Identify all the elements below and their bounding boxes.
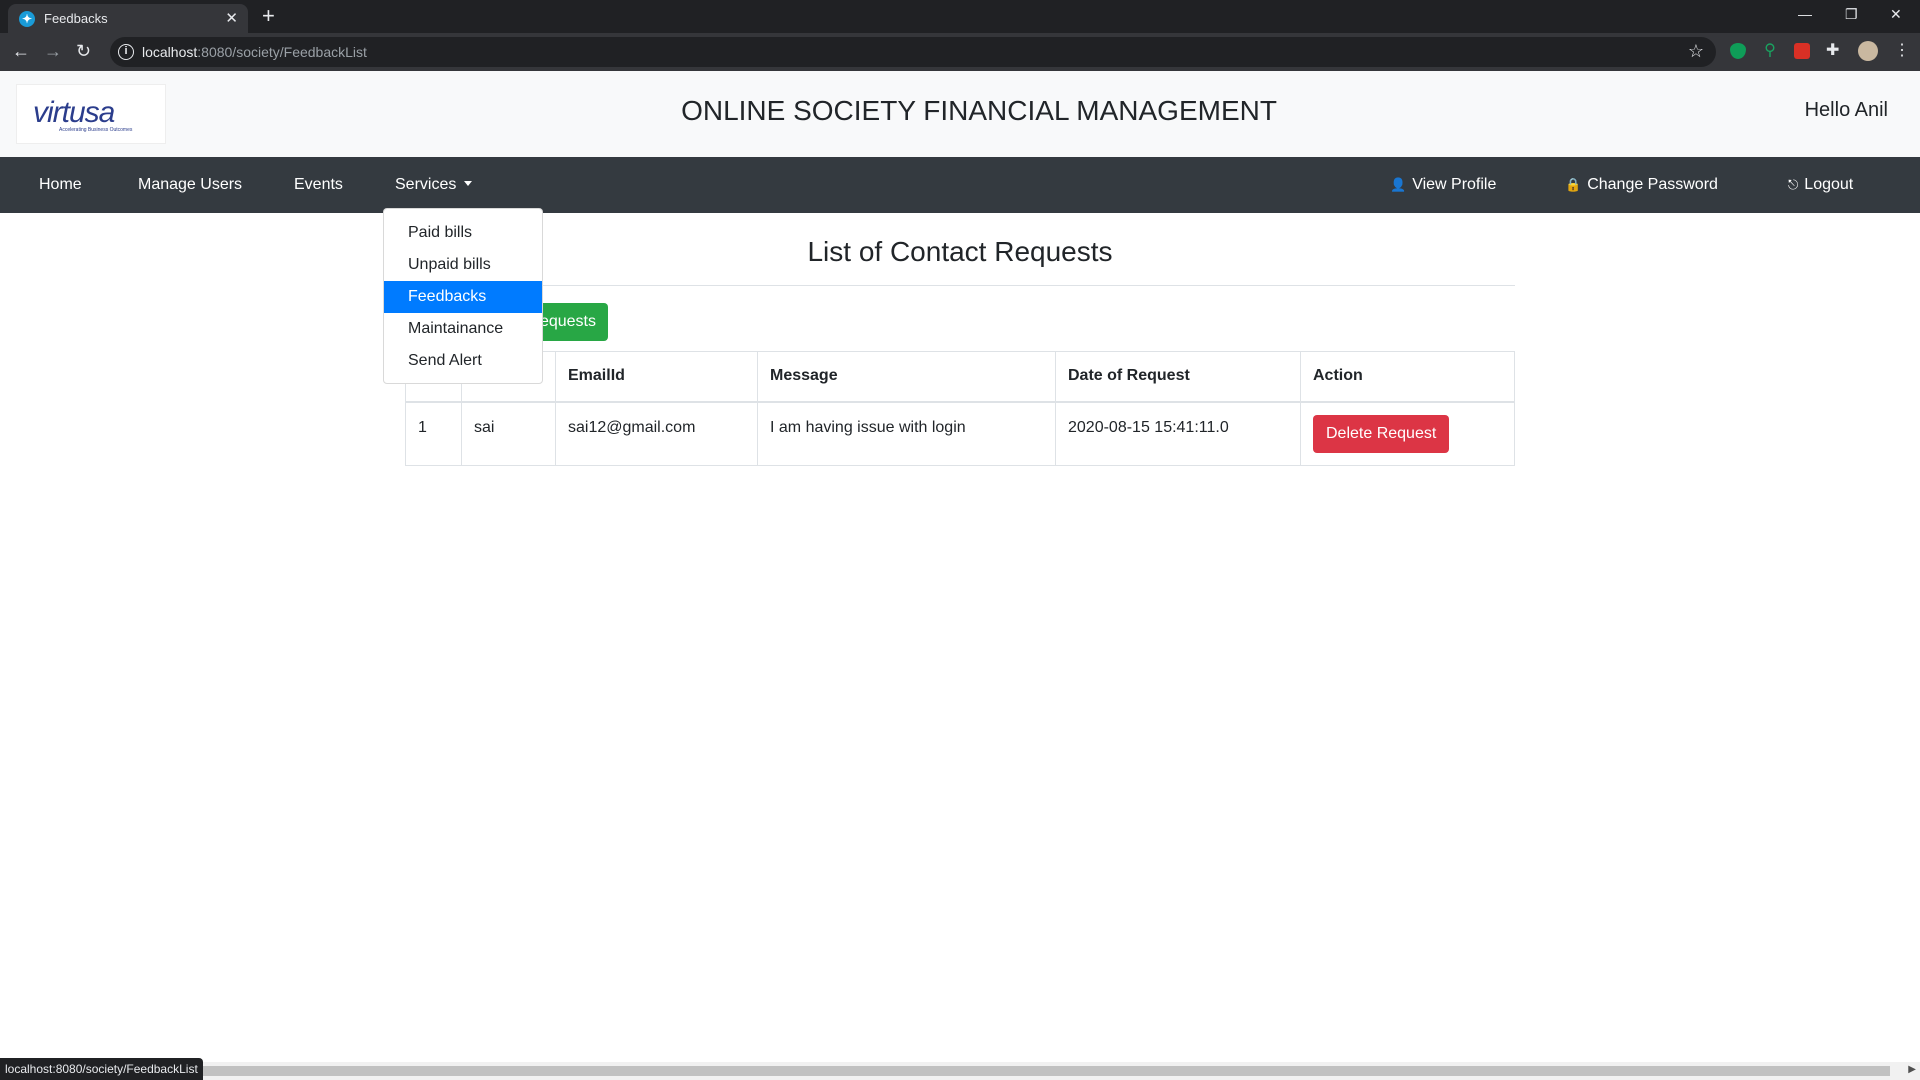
browser-toolbar: ← → ↻ i localhost:8080/society/FeedbackL… [0,33,1920,71]
divider [405,285,1515,286]
table-header-row: EmailId Message Date of Request Action [405,351,1515,403]
shield-extension-icon[interactable] [1730,43,1746,59]
logo-tagline: Accelerating Business Outcomes [59,127,133,133]
favicon-icon: ✦ [19,11,35,27]
dropdown-item-unpaid-bills[interactable]: Unpaid bills [384,249,542,281]
nav-events[interactable]: Events [294,175,343,195]
scroll-right-arrow-icon[interactable]: ▶ [1908,1064,1916,1075]
caret-down-icon [464,181,473,186]
back-arrow-icon[interactable]: ← [12,40,30,62]
user-greeting: Hello Anil [1804,99,1888,121]
nav-services-label: Services [395,176,457,193]
cell-name: sai [461,401,556,466]
column-header-emailid: EmailId [555,351,758,403]
nav-manage-users[interactable]: Manage Users [138,175,242,195]
nav-view-profile[interactable]: 👤 View Profile [1390,175,1496,195]
url-path: :8080/society/FeedbackList [197,44,367,60]
url-text: localhost:8080/society/FeedbackList [142,44,367,60]
cell-id: 1 [405,401,462,466]
dropdown-item-send-alert[interactable]: Send Alert [384,345,542,377]
browser-tab[interactable]: ✦ Feedbacks ✕ [8,4,248,33]
cell-email: sai12@gmail.com [555,401,758,466]
cell-date: 2020-08-15 15:41:11.0 [1055,401,1301,466]
column-header-message: Message [757,351,1056,403]
tab-close-icon[interactable]: ✕ [225,9,238,27]
reload-icon[interactable]: ↻ [76,40,91,62]
view-profile-label: View Profile [1412,176,1497,193]
nav-home[interactable]: Home [39,175,82,195]
cell-action: Delete Request [1300,401,1515,466]
status-bar-url: localhost:8080/society/FeedbackList [0,1058,203,1080]
page-title: List of Contact Requests [807,236,1113,267]
forward-arrow-icon[interactable]: → [44,40,62,62]
change-password-label: Change Password [1587,176,1718,193]
delete-request-button[interactable]: Delete Request [1313,414,1450,453]
nav-change-password[interactable]: 🔒 Change Password [1565,175,1718,195]
url-host: localhost [142,44,198,60]
requests-table: EmailId Message Date of Request Action 1… [405,351,1515,466]
nav-logout[interactable]: ⎋ Logout [1788,175,1853,195]
site-info-icon[interactable]: i [118,44,134,60]
avatar[interactable] [1858,41,1878,61]
dropdown-item-feedbacks[interactable]: Feedbacks [384,281,542,313]
minimize-button[interactable]: — [1798,6,1812,22]
table-row: 1 sai sai12@gmail.com I am having issue … [405,401,1515,466]
red-extension-icon[interactable] [1794,43,1810,59]
logout-label: Logout [1804,176,1854,193]
nav-services-dropdown[interactable]: Services [395,175,473,195]
dropdown-item-paid-bills[interactable]: Paid bills [384,217,542,249]
address-bar[interactable]: i localhost:8080/society/FeedbackList ☆ [110,37,1716,67]
key-extension-icon[interactable]: ⚲ [1762,43,1778,59]
column-header-date: Date of Request [1055,351,1301,403]
services-dropdown-menu: Paid bills Unpaid bills Feedbacks Mainta… [383,208,543,384]
logout-icon: ⎋ [1788,177,1799,192]
restore-button[interactable]: ❐ [1845,6,1858,23]
column-header-action: Action [1300,351,1515,403]
app-title: ONLINE SOCIETY FINANCIAL MANAGEMENT [681,95,1277,126]
new-tab-button[interactable]: + [262,4,275,28]
main-navbar: Home Manage Users Events Services 👤 View … [0,157,1920,213]
browser-tab-bar: ✦ Feedbacks ✕ + — ❐ ✕ [0,0,1920,33]
dropdown-item-maintainance[interactable]: Maintainance [384,313,542,345]
scrollbar-thumb[interactable] [0,1066,1890,1076]
menu-dots-icon[interactable]: ⋮ [1894,40,1910,62]
user-icon: 👤 [1390,177,1407,192]
lock-icon: 🔒 [1565,177,1582,192]
horizontal-scrollbar[interactable]: ▶ [0,1062,1920,1080]
tab-title: Feedbacks [44,11,108,26]
app-header: virtusa Accelerating Business Outcomes O… [0,71,1920,157]
bookmark-star-icon[interactable]: ☆ [1688,41,1704,62]
puzzle-extensions-icon[interactable]: ✚ [1826,43,1842,59]
cell-message: I am having issue with login [757,401,1056,466]
window-close-button[interactable]: ✕ [1890,6,1902,23]
